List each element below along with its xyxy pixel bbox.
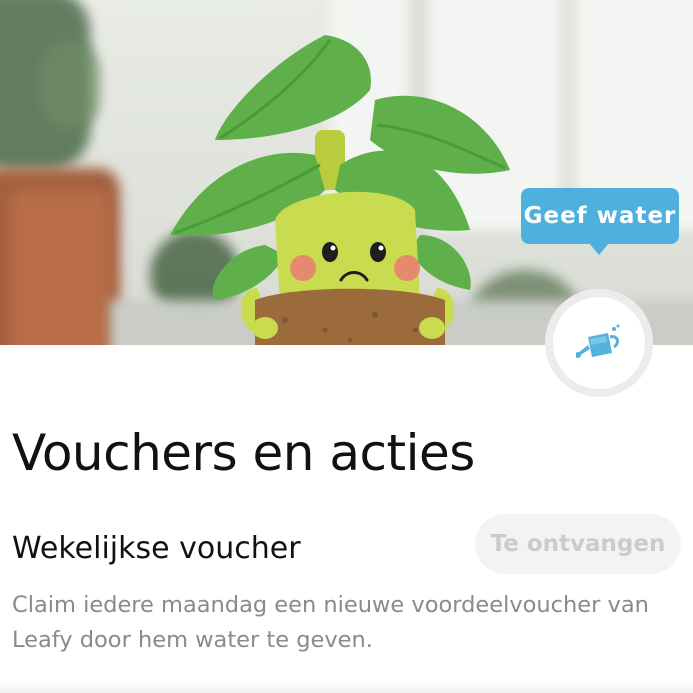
bottom-divider	[0, 680, 693, 693]
water-tooltip-label: Geef water	[523, 203, 677, 229]
voucher-status-label: Te ontvangen	[490, 531, 666, 557]
water-button-inner	[557, 301, 641, 385]
voucher-status-button[interactable]: Te ontvangen	[475, 514, 681, 574]
section-title: Vouchers en acties	[12, 424, 475, 482]
watering-can-icon	[576, 324, 620, 358]
leafy-plant-mascot-icon	[170, 35, 510, 345]
water-button[interactable]	[545, 289, 653, 397]
background-plant	[40, 40, 100, 130]
water-tooltip-tail	[589, 243, 609, 255]
background-chair	[10, 190, 110, 345]
voucher-title: Wekelijkse voucher	[12, 531, 301, 566]
voucher-description: Claim iedere maandag een nieuwe voordeel…	[12, 592, 649, 653]
water-tooltip: Geef water	[521, 188, 679, 244]
